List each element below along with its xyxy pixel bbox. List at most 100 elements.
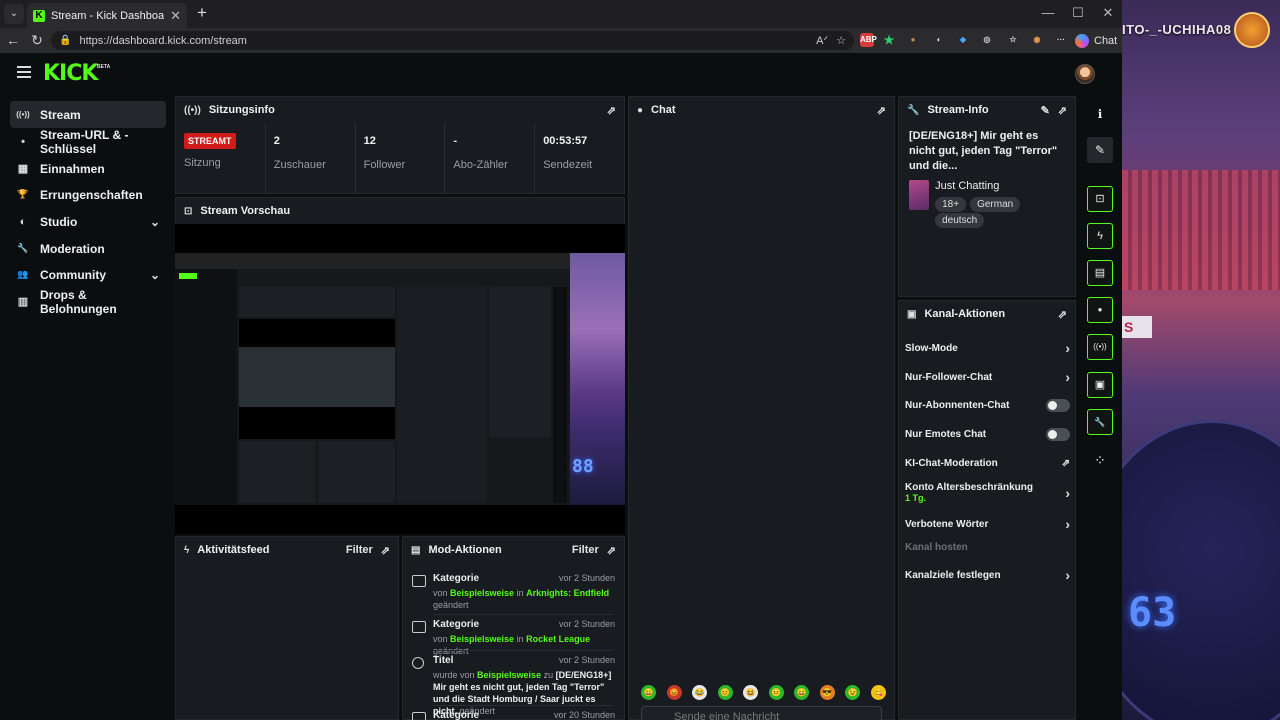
activity-feed-title: Aktivitätsfeed [197,544,270,556]
sidebar-item-stream-url[interactable]: • Stream-URL & -Schlüssel [10,128,166,156]
mod-actions-filter-button[interactable]: Filter [572,544,599,556]
category-name[interactable]: Just Chatting [935,180,1065,192]
menu-hamburger-icon[interactable] [17,66,31,78]
tab-list-button[interactable]: ⌄ [4,4,24,24]
emote-icon[interactable]: 😡 [666,685,682,700]
extensions-puzzle-icon[interactable]: ◎ [980,33,994,47]
age-restriction-value: 1 Tg. [905,493,927,503]
mod-action-description: von Beispielsweise in Arknights: Endfiel… [433,588,610,610]
emote-icon[interactable]: 😉 [845,685,861,700]
wrench-icon[interactable]: 🔧 [1087,409,1113,435]
popout-icon[interactable]: ⇗ [381,544,390,557]
emote-icon[interactable]: 😀 [641,685,656,700]
sidebar-item-moderation[interactable]: 🔧 Moderation [10,235,166,262]
user-avatar[interactable] [1075,64,1095,84]
action-banned-words[interactable]: Verbotene Wörter › [905,516,1070,532]
reload-button[interactable]: ↻ [27,31,47,50]
back-button[interactable]: ← [3,31,23,50]
screen-icon[interactable]: ⊡ [1087,186,1113,212]
action-ai-moderation[interactable]: KI-Chat-Moderation ⇗ [905,458,1070,469]
action-age-restriction[interactable]: Konto Altersbeschränkung 1 Tg. › [905,482,1070,504]
stream-title-text: [DE/ENG18+] Mir geht es nicht gut, jeden… [909,130,1058,172]
sidebar-item-einnahmen[interactable]: ▦ Einnahmen [10,155,166,182]
url-field[interactable]: 🔒 https://dashboard.kick.com/stream Aᐟ ☆ [51,31,854,50]
emote-icon[interactable]: 😋 [870,685,886,700]
star-extension-icon[interactable]: ★ [882,33,896,47]
adblock-extension-icon[interactable]: ABP [860,33,877,47]
chat-message-input[interactable]: Sende eine Nachricht [641,706,882,720]
dots-icon[interactable]: ⁘ [1087,447,1113,473]
popout-icon[interactable]: ⇗ [1058,104,1067,117]
favorite-star-icon[interactable]: ☆ [836,34,846,47]
stat-label: Abo-Zähler [453,159,508,171]
emote-icon[interactable]: 😄 [794,685,810,700]
extension-icon[interactable]: ● [906,33,920,47]
emote-icon[interactable]: 😂 [692,685,708,700]
tab-title: Stream - Kick Dashboard [51,9,165,22]
layout-icon[interactable]: ▣ [1087,372,1113,398]
popout-icon[interactable]: ⇗ [877,104,886,117]
minimize-button[interactable]: — [1038,5,1058,20]
chat-bubble-icon: ● [637,104,644,116]
chevron-down-icon[interactable]: ⌄ [150,268,160,282]
emote-icon[interactable]: 😐 [768,685,784,700]
bolt-icon[interactable]: ϟ [1087,223,1113,249]
stream-tag: 18+ [935,197,967,212]
wrench-icon: 🔧 [907,104,920,116]
popout-icon[interactable]: ⇗ [1058,308,1067,321]
kick-favicon-icon: K [33,9,45,22]
pencil-icon[interactable]: ✎ [1087,137,1113,163]
address-bar: ← ↻ 🔒 https://dashboard.kick.com/stream … [0,28,1122,53]
copilot-chat-button[interactable]: Chat [1075,31,1117,50]
mod-action-item: Kategorie vor 20 Stunden [410,710,615,720]
stat-label: Zuschauer [273,159,326,171]
stat-label: Follower [363,159,406,171]
layout-icon: ▣ [907,308,917,320]
chat-bubble-icon[interactable]: ● [1087,297,1113,323]
sidebar-item-drops[interactable]: ▥ Drops & Belohnungen [10,288,166,316]
emotes-chat-toggle[interactable] [1046,428,1070,441]
pencil-icon[interactable]: ✎ [1041,104,1050,117]
copilot-icon [1075,33,1089,48]
copilot-chat-label: Chat [1094,34,1118,47]
more-menu-icon[interactable]: ··· [1054,33,1068,47]
sidebar-item-studio[interactable]: ◐ Studio ⌄ [10,208,166,235]
popout-icon[interactable]: ⇗ [607,544,616,557]
mod-action-item: Kategorie vor 2 Stunden von Beispielswei… [410,619,615,656]
preview-overlay-number: 88 [572,456,594,477]
close-tab-icon[interactable]: ✕ [170,8,181,24]
extension-icon[interactable]: ◆ [956,33,970,47]
broadcast-icon[interactable]: ((•)) [1087,334,1113,360]
browser-tab[interactable]: K Stream - Kick Dashboard ✕ [27,3,187,28]
lock-icon: 🔒 [59,35,72,46]
url-text: https://dashboard.kick.com/stream [79,34,247,47]
favorites-icon[interactable]: ☆ [1006,33,1020,47]
action-channel-goals[interactable]: Kanalziele festlegen › [905,567,1070,583]
chevron-down-icon[interactable]: ⌄ [150,215,160,229]
sidebar-item-errungenschaften[interactable]: 🏆 Errungenschaften [10,181,166,208]
sidebar-item-community[interactable]: 👥 Community ⌄ [10,261,166,288]
read-aloud-icon[interactable]: Aᐟ [816,34,828,47]
stat-viewers: 2 Zuschauer [266,123,356,193]
action-slow-mode[interactable]: Slow-Mode › [905,340,1070,356]
new-tab-button[interactable]: + [192,3,212,23]
game-sign: S [1122,316,1152,338]
activity-filter-button[interactable]: Filter [346,544,373,556]
document-icon[interactable]: ▤ [1087,260,1113,286]
maximize-button[interactable]: ☐ [1068,5,1088,21]
emote-icon[interactable]: 😊 [717,685,733,700]
info-icon[interactable]: ℹ [1087,101,1113,127]
sidebar-item-stream[interactable]: ((•)) Stream [10,101,166,128]
mod-action-description: von Beispielsweise in Rocket League geän… [433,634,591,656]
action-host-channel: Kanal hosten [905,542,1070,553]
emote-icon[interactable]: 😎 [819,685,835,700]
profile-extension-icon[interactable]: ◉ [1030,33,1044,47]
action-follower-chat[interactable]: Nur-Follower-Chat › [905,369,1070,385]
close-window-button[interactable]: ✕ [1098,5,1118,21]
extension-icon[interactable]: ◐ [932,33,946,47]
popout-icon[interactable]: ⇗ [607,104,616,117]
kick-logo[interactable]: KICK [43,61,98,86]
emote-icon[interactable]: 😆 [743,685,759,700]
subscriber-chat-toggle[interactable] [1046,399,1070,412]
stream-preview-title: Stream Vorschau [200,205,291,217]
